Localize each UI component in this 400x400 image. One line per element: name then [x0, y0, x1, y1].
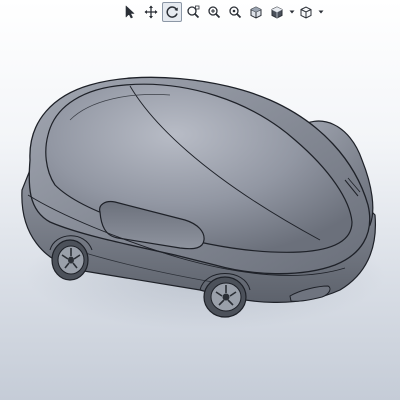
front-wheel — [203, 276, 247, 318]
concept-car-model[interactable] — [0, 0, 400, 400]
rear-wheel — [51, 239, 89, 281]
graphics-viewport[interactable] — [0, 0, 400, 400]
